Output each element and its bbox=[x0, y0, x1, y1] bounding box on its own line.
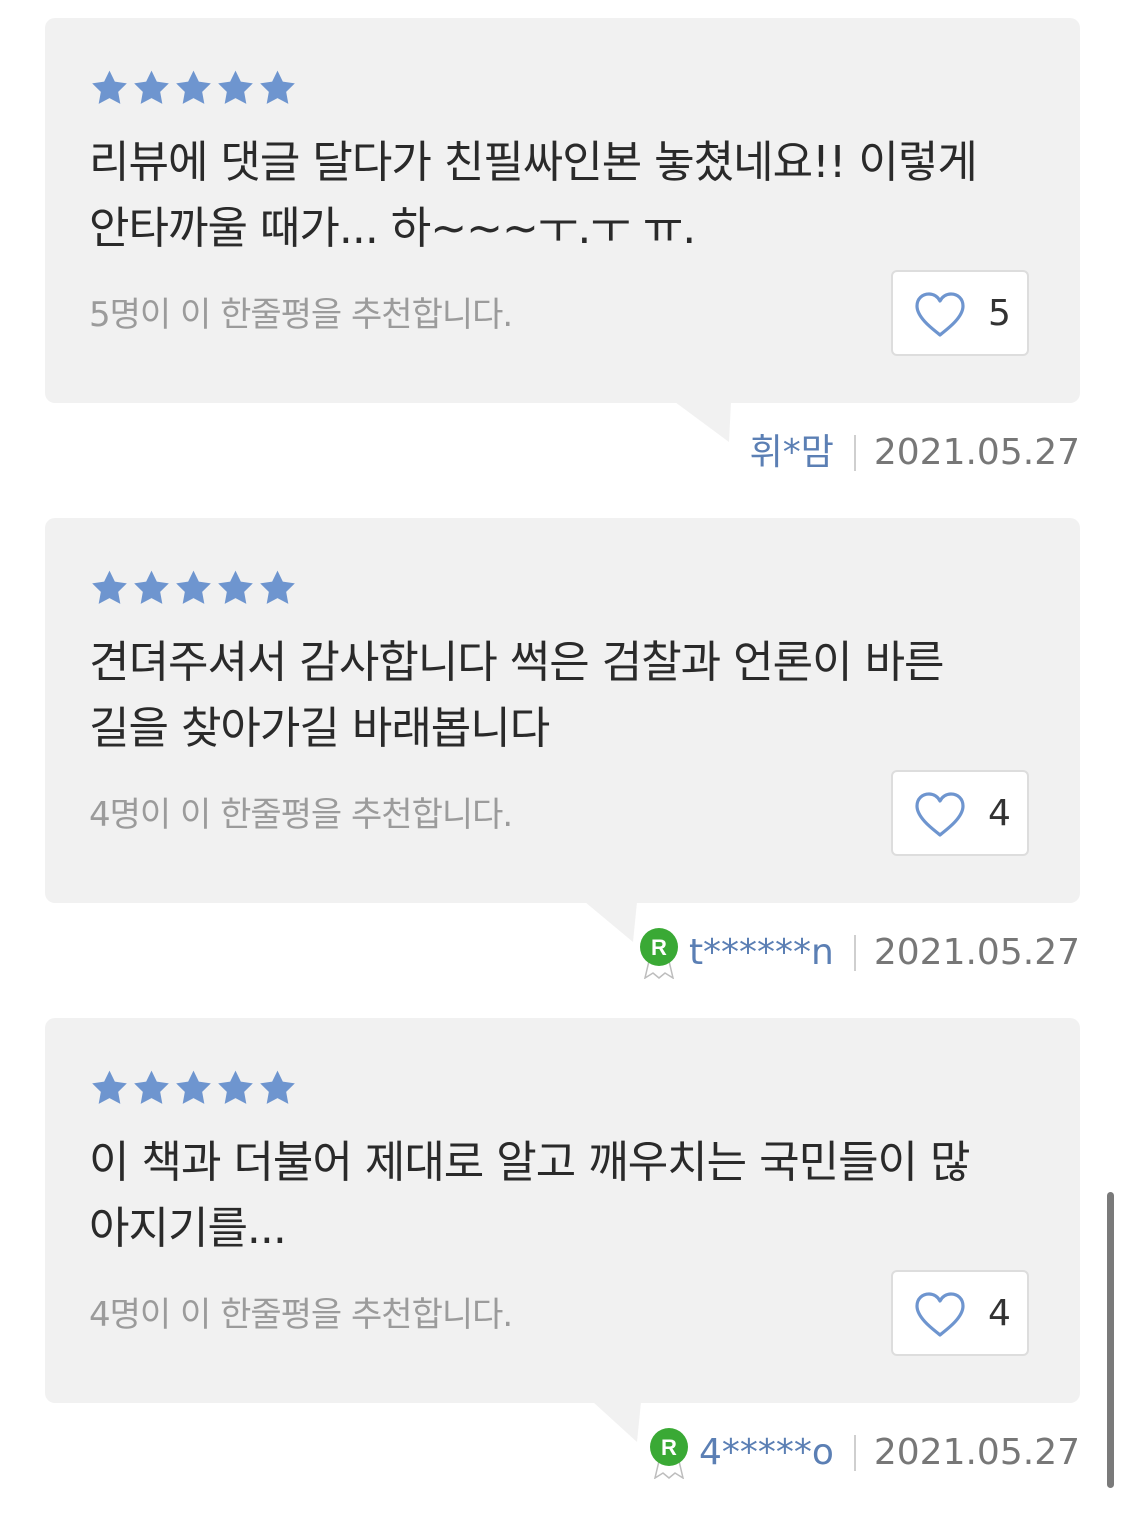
star-icon bbox=[257, 1068, 298, 1108]
star-rating bbox=[89, 68, 298, 108]
star-icon bbox=[131, 568, 172, 608]
review-card: 견뎌주셔서 감사합니다 썩은 검찰과 언론이 바른 길을 찾아가길 바래봅니다 … bbox=[45, 518, 1080, 1018]
review-bubble: 리뷰에 댓글 달다가 친필싸인본 놓쳤네요!! 이렇게 안타까울 때가... 하… bbox=[45, 18, 1080, 403]
like-count: 4 bbox=[988, 793, 1011, 834]
star-icon bbox=[173, 1068, 214, 1108]
reader-rank-badge-icon: R bbox=[637, 927, 681, 979]
review-meta: 휘*맘 2021.05.27 bbox=[750, 428, 1080, 478]
star-icon bbox=[89, 68, 130, 108]
divider bbox=[853, 435, 856, 471]
review-date: 2021.05.27 bbox=[873, 932, 1080, 973]
badge-letter: R bbox=[661, 1435, 677, 1460]
heart-icon bbox=[913, 291, 967, 339]
recommend-count-text: 4명이 이 한줄평을 추천합니다. bbox=[89, 1295, 513, 1335]
star-icon bbox=[131, 1068, 172, 1108]
review-meta: R 4*****o 2021.05.27 bbox=[647, 1427, 1080, 1479]
reviewer-nickname[interactable]: 4*****o bbox=[699, 1428, 834, 1478]
star-rating bbox=[89, 1068, 298, 1108]
badge-letter: R bbox=[651, 935, 667, 960]
review-meta: R t******n 2021.05.27 bbox=[637, 927, 1080, 979]
review-text-line: 리뷰에 댓글 달다가 친필싸인본 놓쳤네요!! 이렇게 bbox=[89, 137, 978, 188]
star-icon bbox=[215, 68, 256, 108]
review-text: 이 책과 더불어 제대로 알고 깨우치는 국민들이 많 아지기를... bbox=[89, 1130, 1049, 1262]
like-button[interactable]: 5 bbox=[891, 270, 1029, 356]
star-icon bbox=[173, 68, 214, 108]
like-count: 5 bbox=[988, 293, 1011, 334]
divider bbox=[853, 935, 856, 971]
reader-rank-badge-icon: R bbox=[647, 1427, 691, 1479]
review-text-line: 아지기를... bbox=[89, 1203, 287, 1254]
review-text-line: 길을 찾아가길 바래봅니다 bbox=[89, 703, 550, 754]
like-button[interactable]: 4 bbox=[891, 770, 1029, 856]
review-bubble: 이 책과 더불어 제대로 알고 깨우치는 국민들이 많 아지기를... 4명이 … bbox=[45, 1018, 1080, 1403]
star-icon bbox=[173, 568, 214, 608]
review-date: 2021.05.27 bbox=[873, 1432, 1080, 1473]
recommend-count-text: 4명이 이 한줄평을 추천합니다. bbox=[89, 795, 513, 835]
review-card: 이 책과 더불어 제대로 알고 깨우치는 국민들이 많 아지기를... 4명이 … bbox=[45, 1018, 1080, 1518]
review-date: 2021.05.27 bbox=[873, 432, 1080, 473]
reviewer-nickname[interactable]: 휘*맘 bbox=[750, 428, 834, 478]
review-text: 리뷰에 댓글 달다가 친필싸인본 놓쳤네요!! 이렇게 안타까울 때가... 하… bbox=[89, 130, 1049, 262]
star-icon bbox=[89, 1068, 130, 1108]
review-text: 견뎌주셔서 감사합니다 썩은 검찰과 언론이 바른 길을 찾아가길 바래봅니다 bbox=[89, 630, 1049, 762]
star-icon bbox=[131, 68, 172, 108]
like-count: 4 bbox=[988, 1293, 1011, 1334]
review-card: 리뷰에 댓글 달다가 친필싸인본 놓쳤네요!! 이렇게 안타까울 때가... 하… bbox=[45, 18, 1080, 518]
divider bbox=[853, 1435, 856, 1471]
star-rating bbox=[89, 568, 298, 608]
review-text-line: 이 책과 더불어 제대로 알고 깨우치는 국민들이 많 bbox=[89, 1137, 971, 1188]
like-button[interactable]: 4 bbox=[891, 1270, 1029, 1356]
star-icon bbox=[257, 68, 298, 108]
heart-icon bbox=[913, 791, 967, 839]
review-text-line: 견뎌주셔서 감사합니다 썩은 검찰과 언론이 바른 bbox=[89, 637, 945, 688]
star-icon bbox=[215, 1068, 256, 1108]
star-icon bbox=[89, 568, 130, 608]
scrollbar[interactable] bbox=[1107, 1192, 1114, 1488]
review-text-line: 안타까울 때가... 하~~~ㅜ.ㅜ ㅠ. bbox=[89, 203, 696, 254]
recommend-count-text: 5명이 이 한줄평을 추천합니다. bbox=[89, 295, 513, 335]
star-icon bbox=[257, 568, 298, 608]
reviewer-nickname[interactable]: t******n bbox=[689, 928, 834, 978]
review-bubble: 견뎌주셔서 감사합니다 썩은 검찰과 언론이 바른 길을 찾아가길 바래봅니다 … bbox=[45, 518, 1080, 903]
star-icon bbox=[215, 568, 256, 608]
heart-icon bbox=[913, 1291, 967, 1339]
